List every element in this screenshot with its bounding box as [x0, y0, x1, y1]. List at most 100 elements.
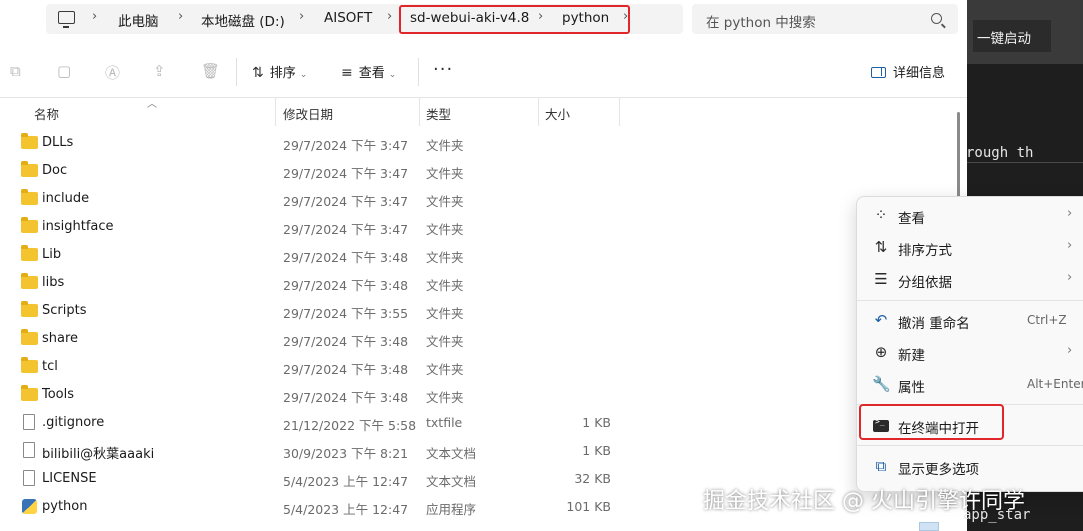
folder-icon: [21, 189, 38, 205]
chevron-right-icon[interactable]: ›: [387, 9, 392, 24]
terminal-text: rough th: [966, 145, 1034, 161]
file-row[interactable]: Doc 29/7/2024 下午 3:47 文件夹: [0, 157, 958, 185]
file-row[interactable]: bilibili@秋葉aaaki 30/9/2023 下午 8:21 文本文档 1 K…: [0, 437, 958, 465]
view-button[interactable]: ≡ 查看 ⌄: [341, 62, 396, 81]
toolbar-divider: [418, 58, 419, 86]
delete-icon[interactable]: 🗑: [201, 62, 220, 80]
file-name: Scripts: [42, 303, 87, 318]
menu-item-sort-by[interactable]: ⇅ 排序方式 ›: [857, 233, 1083, 263]
undo-icon: ↶: [874, 311, 888, 329]
breadcrumb-aisoft[interactable]: AISOFT: [324, 10, 372, 26]
toolbar-divider: [236, 58, 237, 86]
file-name: share: [42, 331, 79, 346]
file-type: 应用程序: [426, 502, 477, 517]
details-pane-icon: [871, 67, 886, 78]
file-size: 1 KB: [582, 415, 611, 430]
more-options-icon: ⧉: [875, 457, 887, 475]
search-placeholder: 在 python 中搜索: [706, 15, 816, 31]
file-row[interactable]: share 29/7/2024 下午 3:48 文件夹: [0, 325, 958, 353]
folder-icon: [21, 273, 38, 289]
scroll-thumb[interactable]: [919, 522, 939, 531]
chevron-right-icon: ›: [1067, 270, 1073, 285]
rename-icon[interactable]: Ⓐ: [105, 62, 120, 83]
chevron-right-icon[interactable]: ›: [92, 9, 97, 24]
grid-icon: ⁘: [874, 206, 888, 224]
chevron-right-icon[interactable]: ›: [178, 9, 183, 24]
file-row[interactable]: .gitignore 21/12/2022 下午 5:58 txtfile 1 KB: [0, 409, 958, 437]
file-row[interactable]: libs 29/7/2024 下午 3:48 文件夹: [0, 269, 958, 297]
menu-item-label: 查看: [898, 211, 925, 227]
column-divider[interactable]: [619, 98, 620, 126]
chevron-right-icon[interactable]: ›: [299, 9, 304, 24]
file-icon: [23, 470, 35, 486]
group-icon: ☰: [874, 270, 888, 288]
view-label: 查看: [358, 66, 385, 81]
file-name: include: [42, 191, 90, 206]
file-date: 29/7/2024 下午 3:48: [283, 278, 409, 293]
copy-icon[interactable]: ⧉: [10, 62, 21, 80]
file-type: 文本文档: [426, 474, 477, 489]
column-divider[interactable]: [419, 98, 420, 126]
menu-item-undo-rename[interactable]: ↶ 撤消 重命名 Ctrl+Z: [857, 306, 1083, 336]
chevron-right-icon: ›: [1067, 343, 1073, 358]
file-row[interactable]: DLLs 29/7/2024 下午 3:47 文件夹: [0, 129, 958, 157]
sort-label: 排序: [269, 66, 296, 81]
breadcrumb-drive-d[interactable]: 本地磁盘 (D:): [201, 10, 285, 30]
menu-divider: [857, 445, 1083, 446]
chevron-right-icon: ›: [1067, 206, 1073, 221]
menu-item-view[interactable]: ⁘ 查看 ›: [857, 201, 1083, 231]
file-row[interactable]: include 29/7/2024 下午 3:47 文件夹: [0, 185, 958, 213]
file-name: insightface: [42, 219, 114, 234]
search-icon[interactable]: [931, 13, 942, 24]
column-type[interactable]: 类型: [426, 104, 451, 123]
one-click-launch-button[interactable]: 一键启动: [973, 20, 1051, 52]
file-type: 文件夹: [426, 362, 464, 377]
column-modified[interactable]: 修改日期: [283, 104, 333, 123]
file-type: 文件夹: [426, 390, 464, 405]
menu-item-label: 新建: [898, 348, 925, 364]
file-name: Doc: [42, 163, 68, 178]
file-type: txtfile: [426, 415, 463, 430]
file-row[interactable]: Scripts 29/7/2024 下午 3:55 文件夹: [0, 297, 958, 325]
column-divider[interactable]: [538, 98, 539, 126]
file-date: 29/7/2024 下午 3:47: [283, 138, 409, 153]
file-date: 5/4/2023 上午 12:47: [283, 502, 409, 517]
file-row[interactable]: insightface 29/7/2024 下午 3:47 文件夹: [0, 213, 958, 241]
file-row[interactable]: Lib 29/7/2024 下午 3:48 文件夹: [0, 241, 958, 269]
breadcrumb-this-pc[interactable]: 此电脑: [118, 10, 159, 30]
chevron-down-icon: ⌄: [388, 70, 397, 80]
more-button[interactable]: ···: [433, 59, 453, 80]
details-pane-button[interactable]: 详细信息: [871, 62, 945, 81]
menu-item-new[interactable]: ⊕ 新建 ›: [857, 338, 1083, 368]
chevron-down-icon: ⌄: [299, 70, 308, 80]
menu-item-label: 排序方式: [898, 243, 952, 259]
menu-item-label: 显示更多选项: [898, 462, 979, 478]
search-input[interactable]: 在 python 中搜索: [692, 4, 958, 34]
file-type: 文件夹: [426, 138, 464, 153]
file-icon: [23, 414, 35, 430]
share-icon[interactable]: ⇪: [153, 62, 166, 80]
menu-item-label: 分组依据: [898, 275, 952, 291]
sort-button[interactable]: ⇅ 排序 ⌄: [252, 62, 307, 81]
file-row[interactable]: tcl 29/7/2024 下午 3:48 文件夹: [0, 353, 958, 381]
menu-item-show-more-options[interactable]: ⧉ 显示更多选项: [857, 452, 1083, 482]
menu-item-shortcut: Ctrl+Z: [1027, 313, 1067, 327]
column-divider[interactable]: [275, 98, 276, 126]
menu-item-label: 属性: [898, 380, 925, 396]
file-row[interactable]: Tools 29/7/2024 下午 3:48 文件夹: [0, 381, 958, 409]
wrench-icon: 🔧: [872, 375, 891, 393]
path-highlight-box: [399, 5, 630, 34]
column-name[interactable]: 名称: [34, 104, 59, 123]
file-date: 29/7/2024 下午 3:55: [283, 306, 409, 321]
sort-icon: ⇅: [874, 238, 888, 256]
file-date: 21/12/2022 下午 5:58: [283, 418, 417, 433]
menu-item-group-by[interactable]: ☰ 分组依据 ›: [857, 265, 1083, 295]
file-size: 101 KB: [566, 499, 611, 514]
column-size[interactable]: 大小: [545, 104, 570, 123]
file-name: Tools: [42, 387, 75, 402]
paste-icon[interactable]: ▢: [57, 62, 71, 80]
file-size: 1 KB: [582, 443, 611, 458]
file-name: DLLs: [42, 135, 74, 150]
computer-icon[interactable]: [58, 11, 75, 28]
menu-item-properties[interactable]: 🔧 属性 Alt+Enter: [857, 370, 1083, 400]
